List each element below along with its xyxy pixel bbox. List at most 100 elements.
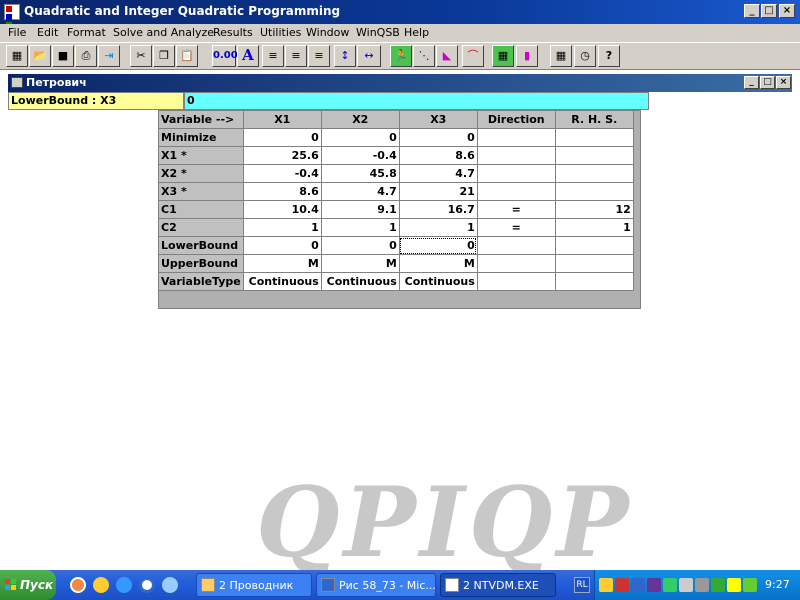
grid-cell[interactable]: Continuous (242, 272, 322, 291)
menu-solve-and-analyze[interactable]: Solve and Analyze (113, 26, 214, 39)
font-icon[interactable]: A (237, 45, 259, 67)
grid-cell[interactable] (476, 272, 556, 291)
grid-cell[interactable]: = (476, 200, 556, 219)
model-icon[interactable]: ◣ (436, 45, 458, 67)
child-window-title-bar[interactable]: Петрович _ □ × (8, 74, 792, 92)
column-header-x2[interactable]: X2 (320, 110, 400, 129)
desktop-icon[interactable] (162, 577, 178, 593)
menu-winqsb[interactable]: WinQSB (356, 26, 400, 39)
taskbar-item-explorer[interactable]: 2 Проводник (196, 573, 312, 597)
grid-cell[interactable]: 25.6 (242, 146, 322, 165)
row-header[interactable]: X1 * (158, 146, 244, 165)
tray-nvidia-icon[interactable] (743, 578, 757, 592)
grid-cell[interactable] (476, 164, 556, 183)
grid-cell[interactable]: 0 (242, 128, 322, 147)
row-header[interactable]: C2 (158, 218, 244, 237)
row-header[interactable]: X3 * (158, 182, 244, 201)
number-format-icon[interactable]: 0.00 (212, 45, 238, 67)
tray-device-icon[interactable] (631, 578, 645, 592)
taskbar-item-word[interactable]: Рис 58_73 - Mic... (316, 573, 436, 597)
tray-media-icon[interactable] (679, 578, 693, 592)
menu-utilities[interactable]: Utilities (260, 26, 301, 39)
cell-edit-field[interactable]: 0 (184, 92, 649, 110)
column-header-direction[interactable]: Direction (476, 110, 556, 129)
tray-update-icon[interactable] (663, 578, 677, 592)
menu-window[interactable]: Window (306, 26, 349, 39)
taskbar-clock[interactable]: 9:27 (765, 578, 790, 591)
tray-app-icon[interactable] (647, 578, 661, 592)
clock-icon[interactable]: ◷ (574, 45, 596, 67)
menu-results[interactable]: Results (213, 26, 253, 39)
grid-cell[interactable] (476, 146, 556, 165)
copy-icon[interactable]: ❐ (153, 45, 175, 67)
grid-cell[interactable]: 1 (398, 218, 478, 237)
column-width-icon[interactable]: ↔ (357, 45, 381, 67)
row-header[interactable]: LowerBound (158, 236, 244, 255)
grid-cell[interactable] (554, 182, 634, 201)
grid-cell[interactable]: 9.1 (320, 200, 400, 219)
grid-cell[interactable]: Continuous (320, 272, 400, 291)
maximize-button[interactable]: □ (761, 4, 777, 18)
row-header[interactable]: C1 (158, 200, 244, 219)
row-header[interactable]: UpperBound (158, 254, 244, 273)
grid-cell[interactable]: M (320, 254, 400, 273)
save-disk-icon[interactable]: ■ (52, 45, 74, 67)
grid-view-icon[interactable]: ▦ (492, 45, 514, 67)
bar-chart-icon[interactable]: ▮ (516, 45, 538, 67)
align-left-icon[interactable]: ≡ (262, 45, 284, 67)
child-close-button[interactable]: × (776, 76, 791, 89)
close-button[interactable]: × (779, 4, 795, 18)
calculator-icon[interactable]: ▦ (550, 45, 572, 67)
grid-cell-selected[interactable]: 0 (398, 236, 478, 255)
start-button[interactable]: Пуск (0, 570, 56, 600)
grid-cell[interactable]: 8.6 (242, 182, 322, 201)
grid-cell[interactable] (554, 164, 634, 183)
grid-cell[interactable]: 8.6 (398, 146, 478, 165)
app-icon[interactable] (4, 4, 20, 36)
help-icon[interactable]: ? (598, 45, 620, 67)
child-window-icon[interactable] (11, 77, 23, 88)
cut-icon[interactable]: ✂ (130, 45, 152, 67)
tray-antivirus-icon[interactable] (615, 578, 629, 592)
grid-cell[interactable] (476, 128, 556, 147)
grid-cell[interactable]: 1 (320, 218, 400, 237)
minimize-button[interactable]: _ (744, 4, 760, 18)
new-grid-icon[interactable]: ▦ (6, 45, 28, 67)
grid-cell[interactable]: 4.7 (398, 164, 478, 183)
row-header[interactable]: Minimize (158, 128, 244, 147)
tools-icon[interactable] (93, 577, 109, 593)
media-player-icon[interactable] (139, 577, 155, 593)
language-indicator[interactable]: RL (574, 577, 590, 593)
internet-explorer-icon[interactable] (116, 577, 132, 593)
graph-icon[interactable]: ⋱ (413, 45, 435, 67)
column-header-x1[interactable]: X1 (242, 110, 322, 129)
row-height-icon[interactable]: ↕ (334, 45, 356, 67)
curve-icon[interactable]: ⌒ (462, 45, 484, 67)
grid-cell[interactable]: Continuous (398, 272, 478, 291)
grid-cell[interactable] (476, 254, 556, 273)
grid-cell[interactable] (476, 182, 556, 201)
app-title-bar[interactable]: Quadratic and Integer Quadratic Programm… (0, 0, 800, 36)
grid-cell[interactable]: 4.7 (320, 182, 400, 201)
tray-power-icon[interactable] (727, 578, 741, 592)
tray-network-icon[interactable] (599, 578, 613, 592)
print-icon[interactable]: ⎙ (75, 45, 97, 67)
row-header[interactable]: VariableType (158, 272, 244, 291)
open-folder-icon[interactable]: 📂 (29, 45, 51, 67)
grid-cell[interactable]: 10.4 (242, 200, 322, 219)
grid-cell[interactable] (554, 236, 634, 255)
opera-icon[interactable] (70, 577, 86, 593)
grid-cell[interactable]: 0 (320, 236, 400, 255)
grid-cell[interactable]: M (398, 254, 478, 273)
grid-cell[interactable]: 1 (242, 218, 322, 237)
grid-cell[interactable]: 21 (398, 182, 478, 201)
row-header[interactable]: X2 * (158, 164, 244, 183)
align-right-icon[interactable]: ≡ (308, 45, 330, 67)
grid-cell[interactable]: = (476, 218, 556, 237)
grid-cell[interactable]: 0 (320, 128, 400, 147)
grid-cell[interactable] (476, 236, 556, 255)
column-header-x3[interactable]: X3 (398, 110, 478, 129)
menu-help[interactable]: Help (404, 26, 429, 39)
grid-cell[interactable] (554, 254, 634, 273)
taskbar-item-ntvdm[interactable]: 2 NTVDM.EXE (440, 573, 556, 597)
